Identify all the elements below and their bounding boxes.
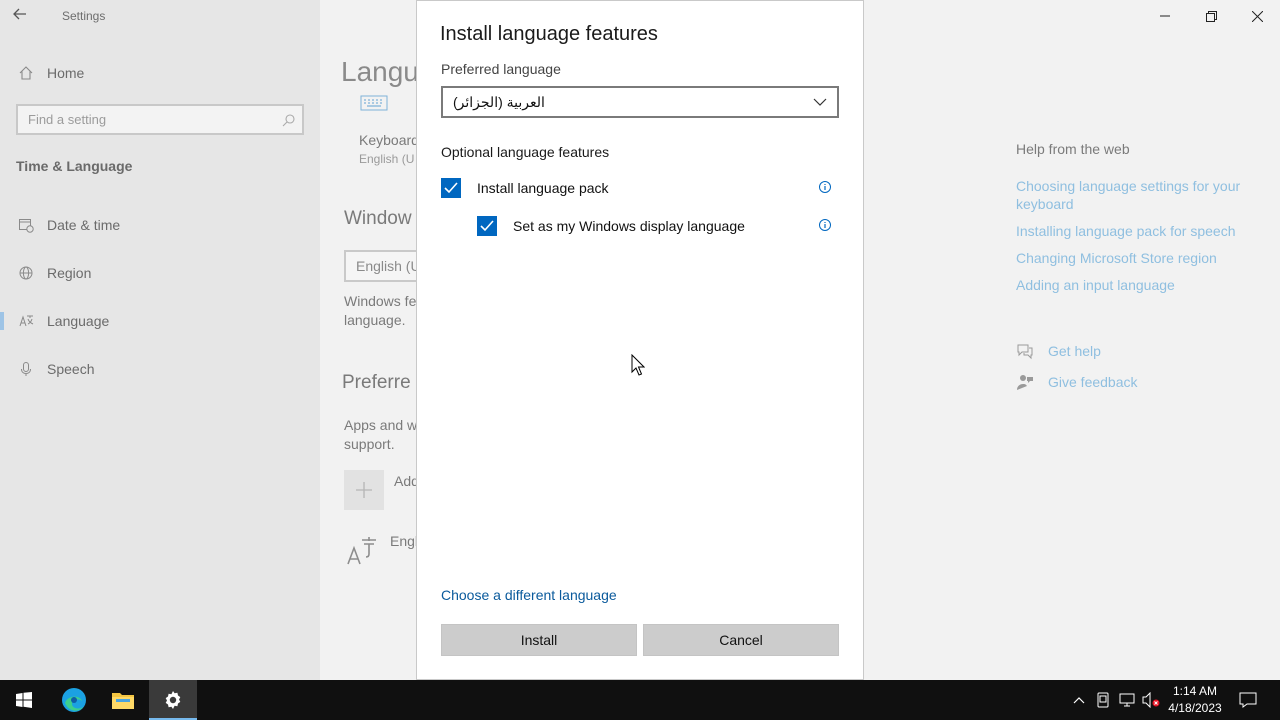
active-indicator [0,312,4,330]
windows-logo-icon [16,692,32,708]
home-icon [17,64,35,82]
get-help-link[interactable]: Get help [1016,342,1101,360]
edge-browser-icon [62,688,86,712]
device-tray-button[interactable] [1092,680,1114,720]
volume-muted-icon [1142,692,1160,708]
sidebar-item-label: Region [47,265,92,281]
sidebar-item-label: Language [47,313,110,329]
sidebar-item-region[interactable]: Region [0,253,320,293]
checkbox-checked[interactable] [477,216,497,236]
file-explorer-taskbar-button[interactable] [99,680,147,720]
info-icon[interactable] [818,180,832,194]
search-icon [276,113,302,127]
sidebar-item-date-time[interactable]: Date & time [0,205,320,245]
cancel-button[interactable]: Cancel [643,624,839,656]
system-clock[interactable]: 1:14 AM 4/18/2023 [1160,683,1230,717]
sidebar-item-language[interactable]: Language [0,301,320,341]
help-link-speech[interactable]: Installing language pack for speech [1016,222,1256,240]
preferred-language-label: Preferred language [441,61,561,77]
clock-time: 1:14 AM [1172,684,1218,698]
sidebar-item-speech[interactable]: Speech [0,349,320,389]
back-button[interactable] [12,6,36,26]
info-icon[interactable] [818,218,832,232]
sidebar-item-home[interactable]: Home [0,53,320,93]
desktop: Settings Home Find a setting Time & Lang… [0,0,1280,720]
app-title: Settings [62,9,106,23]
choose-different-language-link[interactable]: Choose a different language [441,587,617,603]
plus-icon [356,482,372,498]
optional-features-heading: Optional language features [441,144,610,160]
feedback-icon [1016,373,1034,391]
section-title: Time & Language [16,158,133,174]
sidebar: Settings Home Find a setting Time & Lang… [0,0,320,680]
get-help-label: Get help [1048,343,1101,359]
display-language-checkbox[interactable]: Set as my Windows display language [477,216,745,236]
action-center-button[interactable] [1234,680,1262,720]
notification-icon [1239,692,1257,708]
microphone-icon [17,360,35,378]
folder-icon [112,693,134,709]
dialog-title: Install language features [440,23,658,45]
mouse-cursor-icon [631,353,646,376]
preferred-language-select[interactable]: العربية (الجزائر) [441,86,839,118]
start-button[interactable] [0,680,48,720]
volume-tray-button[interactable] [1140,680,1162,720]
search-placeholder: Find a setting [28,112,107,127]
show-hidden-icons-button[interactable] [1068,680,1090,720]
restore-button[interactable] [1188,0,1234,32]
install-language-dialog: Install language features Preferred lang… [416,0,864,680]
network-tray-button[interactable] [1116,680,1138,720]
sidebar-item-label: Speech [47,361,95,377]
windows-display-desc-2: language. [344,312,406,328]
sidebar-item-label: Date & time [47,217,121,233]
clock-date: 4/18/2023 [1168,701,1222,715]
sidebar-item-label: Home [47,65,85,81]
help-link-input-language[interactable]: Adding an input language [1016,276,1256,294]
keyboard-icon [360,95,388,116]
preferred-desc: Apps and w [344,417,418,433]
edge-taskbar-button[interactable] [50,680,98,720]
checkmark-icon [480,220,494,232]
windows-display-heading: Window [344,208,412,229]
install-language-pack-checkbox[interactable]: Install language pack [441,178,609,198]
preferred-language-value: العربية (الجزائر) [453,93,545,110]
language-icon [17,312,35,330]
give-feedback-link[interactable]: Give feedback [1016,373,1138,391]
help-heading: Help from the web [1016,141,1130,157]
add-language-button[interactable] [344,470,384,510]
install-button[interactable]: Install [441,624,637,656]
globe-icon [17,264,35,282]
help-link-store-region[interactable]: Changing Microsoft Store region [1016,249,1256,267]
checkbox-label: Set as my Windows display language [513,218,745,234]
close-icon [1251,10,1263,22]
language-glyph-icon [346,534,378,571]
calendar-clock-icon [17,216,35,234]
give-feedback-label: Give feedback [1048,374,1138,390]
keyboard-sublabel: English (U [359,152,415,166]
minimize-button[interactable] [1142,0,1188,32]
keyboard-label[interactable]: Keyboard [359,132,419,148]
checkbox-checked[interactable] [441,178,461,198]
back-arrow-icon [13,8,26,20]
taskbar: 1:14 AM 4/18/2023 [0,680,1280,720]
chat-help-icon [1016,342,1034,360]
settings-taskbar-button[interactable] [149,680,197,720]
device-icon [1097,692,1109,708]
page-title: Langu [341,56,419,87]
network-icon [1119,693,1135,707]
minimize-icon [1160,15,1170,17]
english-language-item[interactable]: Engl [390,533,418,549]
chevron-up-icon [1073,697,1085,704]
checkmark-icon [444,182,458,194]
gear-icon [165,691,181,709]
checkbox-label: Install language pack [477,180,609,196]
close-button[interactable] [1234,0,1280,32]
windows-display-desc: Windows fe [344,293,417,309]
preferred-languages-heading: Preferre [342,372,411,393]
restore-icon [1205,10,1217,22]
help-link-keyboard[interactable]: Choosing language settings for your keyb… [1016,177,1256,213]
chevron-down-icon [813,98,827,106]
preferred-desc-2: support. [344,436,395,452]
search-input[interactable]: Find a setting [16,104,304,135]
